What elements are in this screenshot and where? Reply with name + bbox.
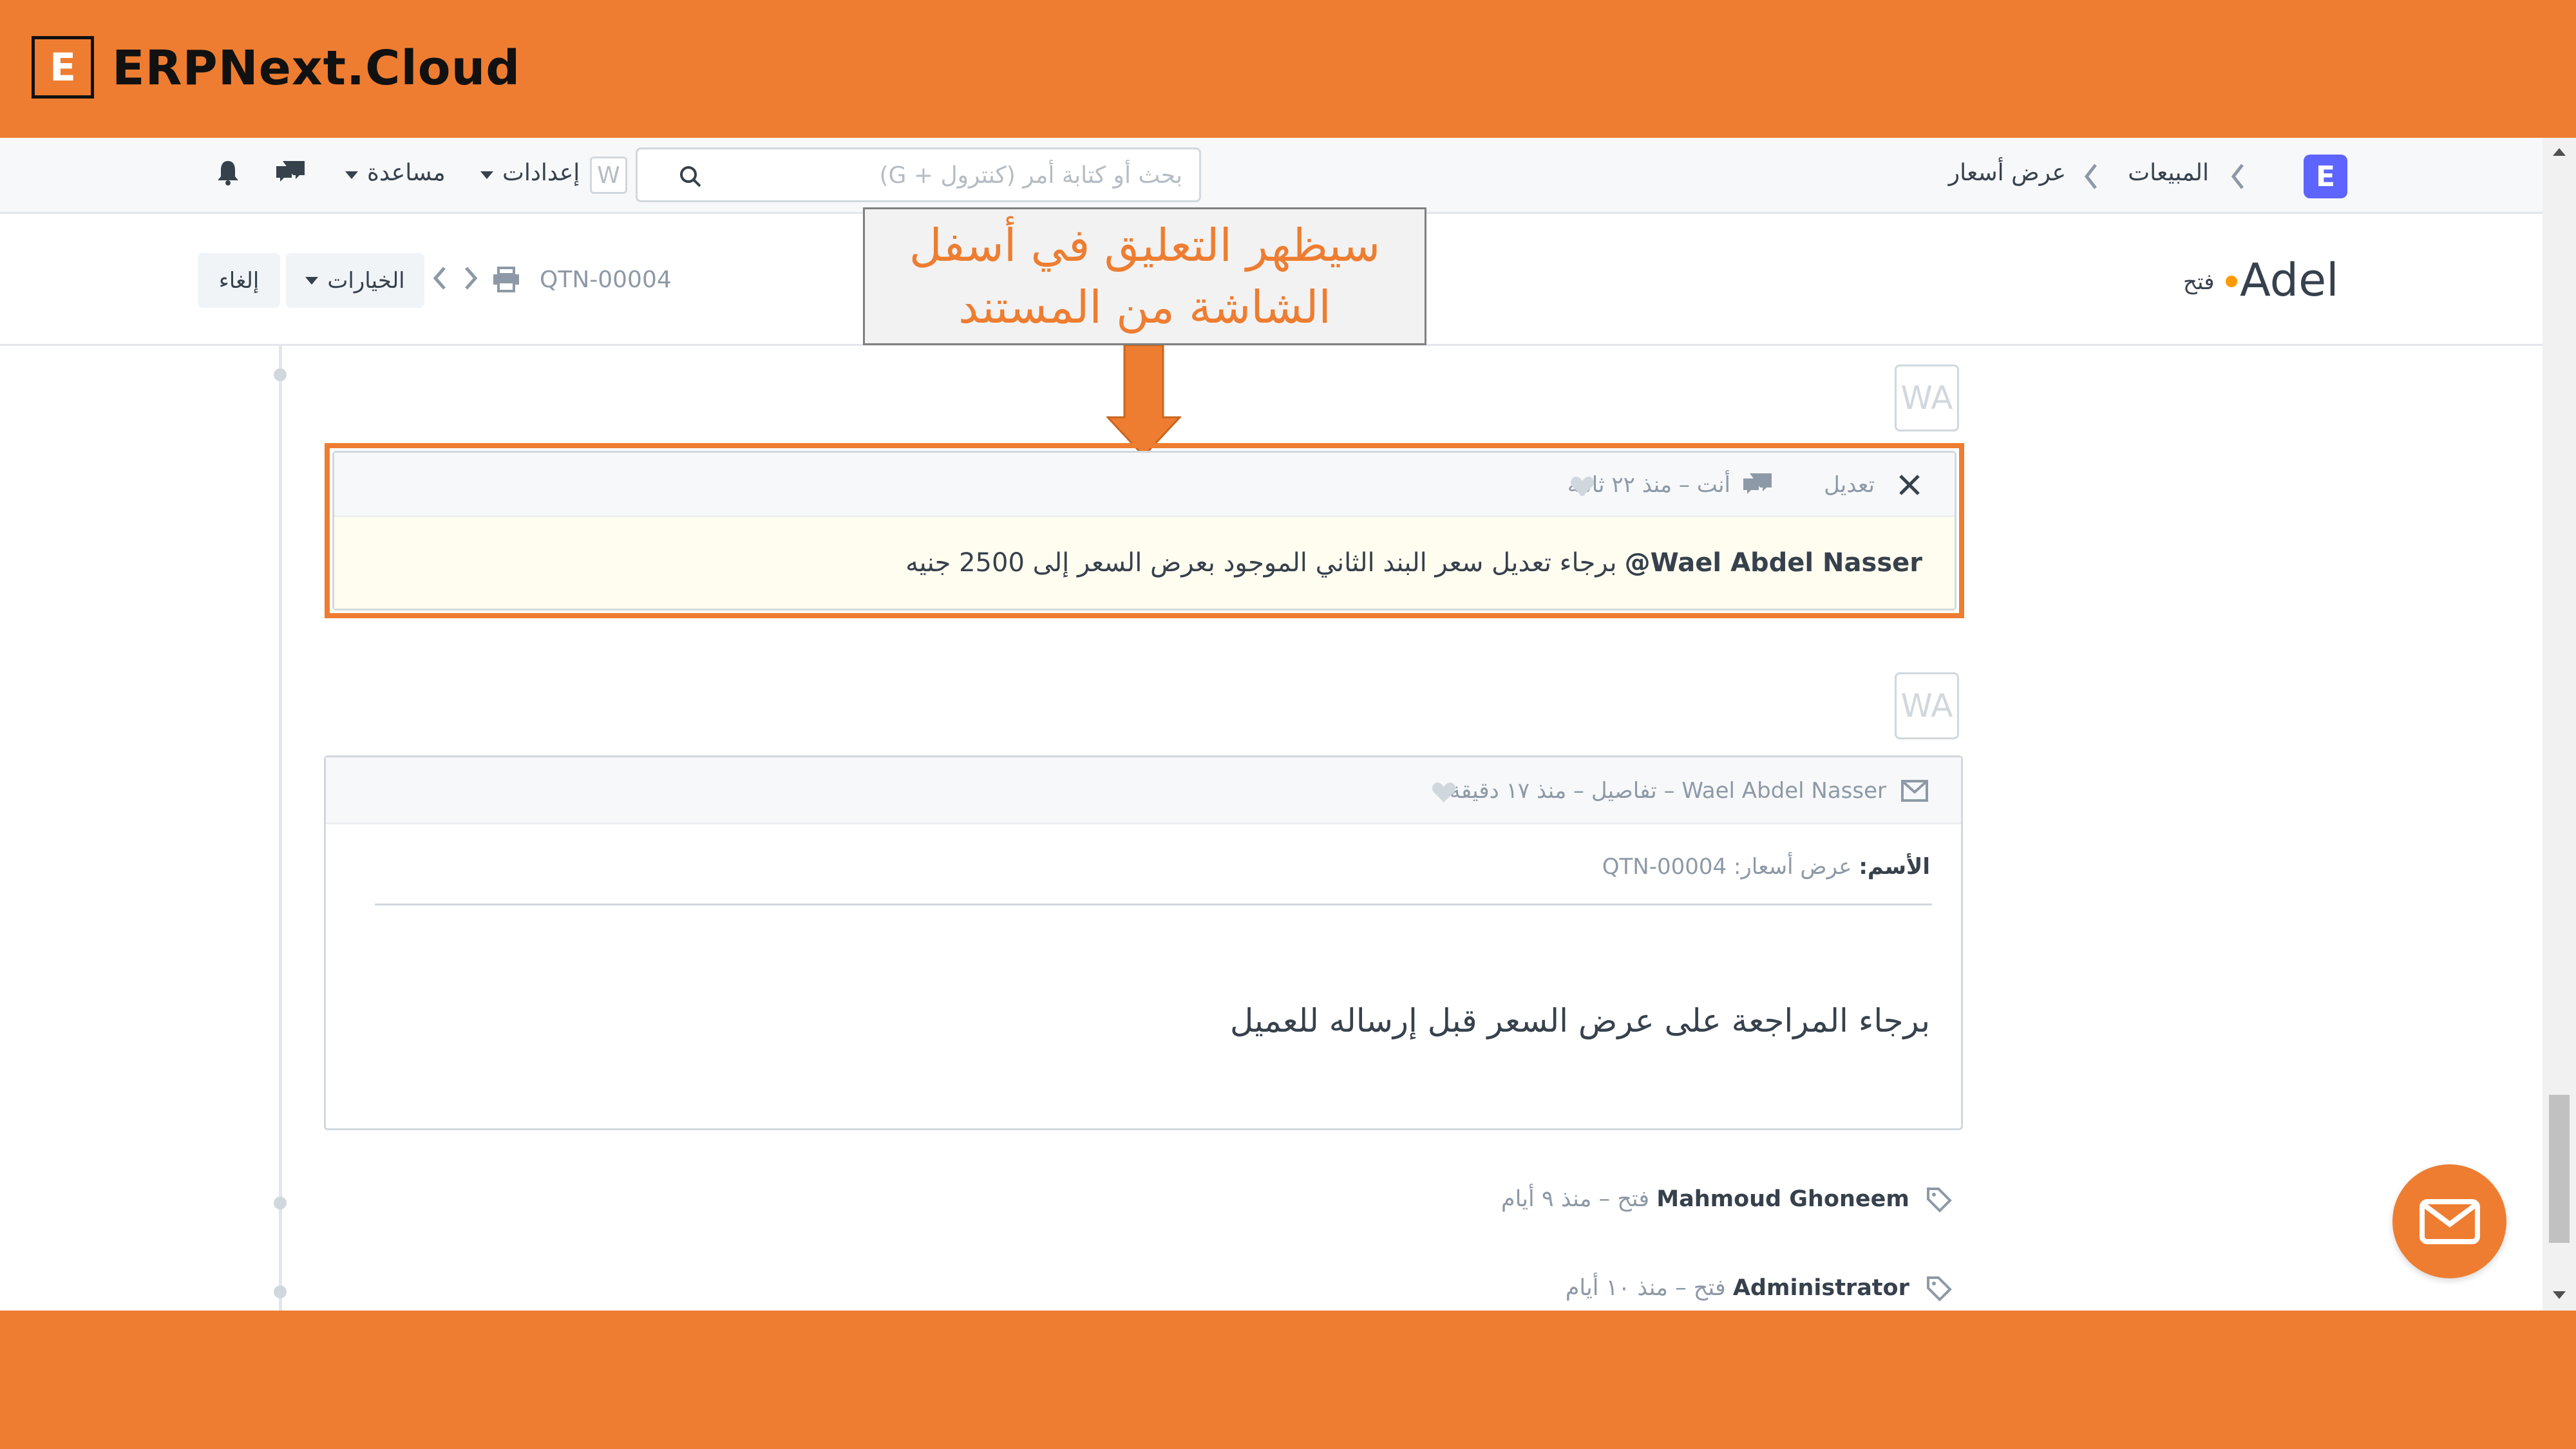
annotation-line-2: الشاشة من المستند	[958, 281, 1331, 334]
brand-name: ERPNext.Cloud	[112, 41, 521, 96]
envelope-icon	[2419, 1198, 2480, 1244]
status-badge: فتح	[2183, 269, 2215, 295]
cancel-button[interactable]: إلغاء	[198, 253, 280, 308]
activity-text: فتح – منذ ٩ أيام	[1501, 1186, 1650, 1212]
email-card: Wael Abdel Nasser – تفاصيل – منذ ١٧ دقيق…	[324, 755, 1963, 1130]
user-badge-letter: W	[597, 162, 620, 189]
avatar: WA	[1895, 672, 1959, 739]
email-subject: الأسم: عرض أسعار: QTN-00004	[1602, 854, 1930, 880]
search-bar[interactable]: بحث أو كتابة أمر (كنترول + G)	[636, 147, 1201, 202]
breadcrumb-sales[interactable]: المبيعات	[2128, 160, 2209, 186]
timeline-line	[279, 346, 282, 1311]
email-meta: Wael Abdel Nasser – تفاصيل – منذ ١٧ دقيق…	[1449, 778, 1886, 804]
caret-down-icon	[305, 276, 319, 285]
avatar-initials: WA	[1900, 379, 1953, 417]
app-home-icon[interactable]: E	[2304, 155, 2347, 198]
status-indicator-dot	[2226, 276, 2237, 287]
scrollbar-thumb[interactable]	[2549, 1095, 2570, 1243]
chevron-right-icon[interactable]	[462, 264, 480, 292]
email-fab-button[interactable]	[2392, 1164, 2506, 1278]
doc-id: QTN-00004	[540, 267, 672, 293]
envelope-icon	[1901, 780, 1928, 802]
arrow-down-icon	[1106, 345, 1181, 458]
bell-icon[interactable]	[215, 158, 241, 187]
timeline-dot	[274, 1197, 287, 1209]
activity-row: Mahmoud Ghoneem فتح – منذ ٩ أيام	[1501, 1186, 1953, 1213]
cancel-label: إلغاء	[218, 267, 260, 294]
brand-logo-letter: E	[50, 44, 76, 90]
chevron-left-icon	[2084, 164, 2097, 189]
subject-value: عرض أسعار: QTN-00004	[1602, 854, 1852, 880]
app-badge-letter: E	[2315, 160, 2336, 193]
page-title: Adel	[2240, 254, 2339, 307]
breadcrumb-quotation[interactable]: عرض أسعار	[1949, 160, 2066, 186]
tag-icon	[1927, 1188, 1952, 1213]
heart-icon[interactable]	[1431, 781, 1457, 804]
chevron-left-icon	[2231, 164, 2244, 189]
scroll-up-arrow-icon[interactable]	[2552, 146, 2567, 157]
printer-icon[interactable]	[492, 267, 520, 292]
brand-logo-icon: E	[32, 36, 94, 99]
email-header: Wael Abdel Nasser – تفاصيل – منذ ١٧ دقيق…	[326, 757, 1961, 824]
options-label: الخيارات	[327, 267, 405, 294]
help-menu[interactable]: مساعدة	[367, 160, 446, 186]
chevron-left-icon[interactable]	[430, 264, 448, 292]
timeline-dot	[274, 1285, 287, 1298]
annotation-callout: سيظهر التعليق في أسفل الشاشة من المستند	[863, 207, 1426, 345]
caret-down-icon	[345, 171, 358, 179]
search-icon	[680, 166, 701, 187]
subject-label: الأسم:	[1859, 854, 1930, 880]
caret-down-icon	[480, 171, 493, 179]
avatar-initials: WA	[1900, 687, 1953, 724]
bottom-banner	[0, 1311, 2576, 1449]
options-button[interactable]: الخيارات	[286, 253, 424, 308]
activity-user[interactable]: Administrator	[1733, 1275, 1909, 1301]
avatar: WA	[1895, 365, 1959, 431]
email-divider	[375, 904, 1932, 905]
scroll-down-arrow-icon[interactable]	[2552, 1290, 2567, 1302]
activity-text: فتح – منذ ١٠ أيام	[1565, 1275, 1726, 1301]
email-body: برجاء المراجعة على عرض السعر قبل إرساله …	[1230, 1002, 1930, 1039]
highlight-frame	[325, 443, 1964, 618]
chat-icon[interactable]	[274, 158, 307, 187]
activity-user[interactable]: Mahmoud Ghoneem	[1656, 1186, 1909, 1212]
user-avatar-badge[interactable]: W	[590, 156, 627, 194]
annotation-line-1: سيظهر التعليق في أسفل	[909, 219, 1381, 272]
activity-row: Administrator فتح – منذ ١٠ أيام	[1566, 1275, 1953, 1302]
timeline-dot	[274, 368, 287, 381]
tag-icon	[1927, 1276, 1952, 1302]
settings-menu[interactable]: إعدادات	[502, 160, 580, 186]
search-input[interactable]: بحث أو كتابة أمر (كنترول + G)	[879, 162, 1182, 189]
